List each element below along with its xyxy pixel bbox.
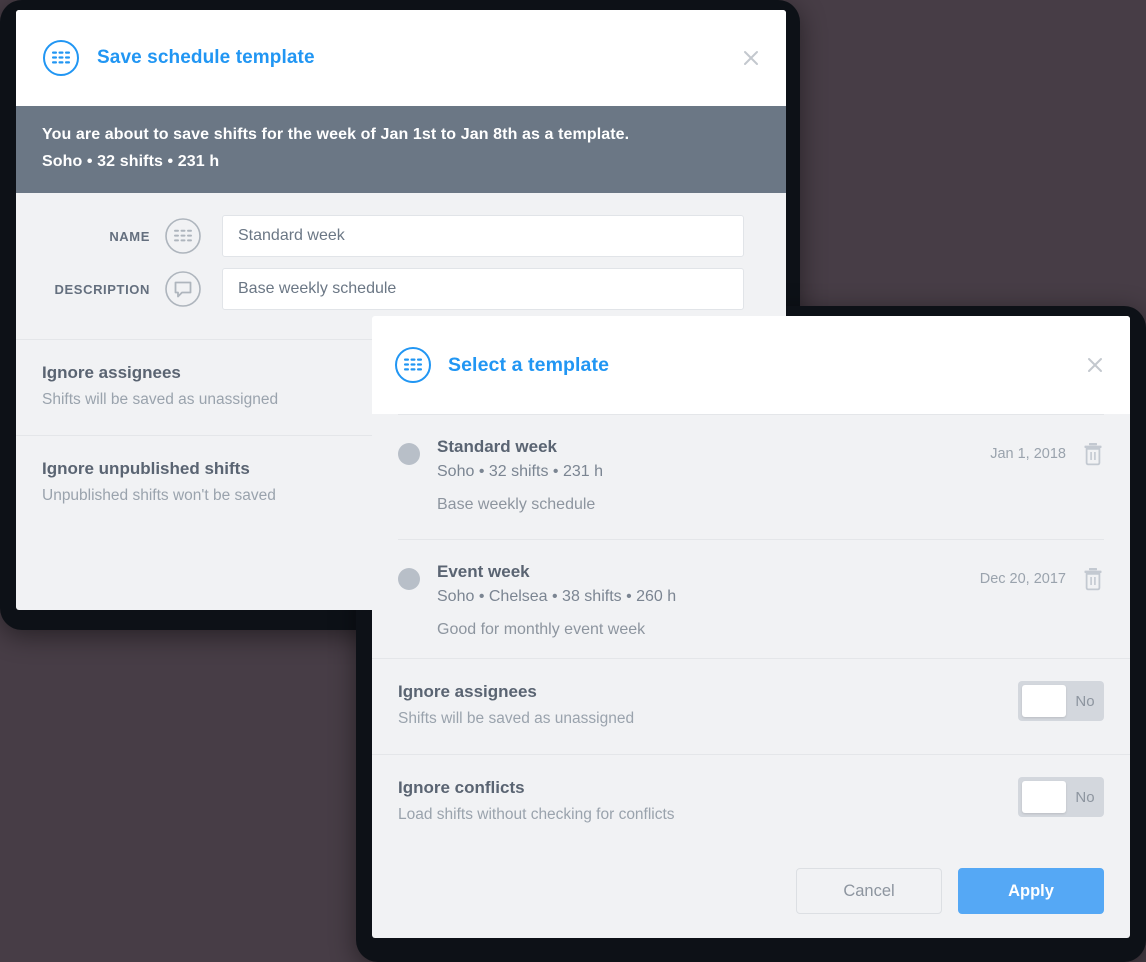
description-input[interactable]: Base weekly schedule — [222, 268, 744, 310]
calendar-grid-icon — [42, 39, 80, 77]
option-subtitle: Load shifts without checking for conflic… — [398, 806, 675, 823]
calendar-grid-icon — [394, 346, 432, 384]
cancel-button[interactable]: Cancel — [796, 868, 942, 914]
template-date: Dec 20, 2017 — [979, 570, 1066, 587]
template-date: Jan 1, 2018 — [990, 445, 1066, 462]
option-title: Ignore assignees — [398, 682, 537, 701]
save-dialog-title: Save schedule template — [97, 47, 315, 68]
template-description: Good for monthly event week — [437, 620, 646, 638]
select-template-dialog: Select a template Standard week Soho • 3… — [372, 316, 1130, 938]
apply-button[interactable]: Apply — [958, 868, 1104, 914]
template-name: Event week — [437, 561, 530, 581]
ignore-assignees-toggle[interactable]: No — [1018, 681, 1104, 721]
name-input[interactable]: Standard week — [222, 215, 744, 257]
option-title: Ignore conflicts — [398, 778, 525, 797]
banner-line-1: You are about to save shifts for the wee… — [42, 126, 630, 143]
description-field-row: DESCRIPTION Base weekly schedule — [16, 268, 760, 310]
template-meta: Soho • Chelsea • 38 shifts • 260 h — [437, 587, 677, 605]
description-field-label: DESCRIPTION — [54, 281, 150, 297]
toggle-knob — [1022, 685, 1066, 717]
comment-bubble-icon — [164, 270, 202, 308]
save-dialog-banner: You are about to save shifts for the wee… — [16, 106, 786, 193]
template-name: Standard week — [437, 436, 557, 456]
save-dialog-header: Save schedule template — [16, 10, 786, 106]
ignore-conflicts-toggle[interactable]: No — [1018, 777, 1104, 817]
close-icon[interactable] — [1082, 352, 1108, 378]
trash-icon[interactable] — [1082, 567, 1104, 591]
template-meta: Soho • 32 shifts • 231 h — [437, 462, 603, 480]
template-radio[interactable] — [398, 442, 420, 465]
template-description: Base weekly schedule — [437, 495, 596, 513]
select-dialog-footer: Cancel Apply — [372, 850, 1130, 938]
toggle-knob — [1022, 781, 1066, 813]
template-list-item[interactable]: Standard week Soho • 32 shifts • 231 h B… — [398, 415, 1104, 540]
option-subtitle: Shifts will be saved as unassigned — [398, 710, 635, 727]
select-dialog-header: Select a template — [372, 316, 1130, 414]
option-row-ignore-conflicts[interactable]: Ignore conflicts Load shifts without che… — [372, 754, 1130, 850]
name-field-row: NAME Standard week — [16, 215, 760, 257]
toggle-label: No — [1075, 692, 1095, 710]
toggle-label: No — [1075, 788, 1095, 806]
template-list: Standard week Soho • 32 shifts • 231 h B… — [372, 415, 1130, 658]
template-list-item[interactable]: Event week Soho • Chelsea • 38 shifts • … — [398, 540, 1104, 658]
trash-icon[interactable] — [1082, 442, 1104, 466]
name-field-label: NAME — [109, 228, 150, 244]
option-row-ignore-assignees[interactable]: Ignore assignees Shifts will be saved as… — [372, 658, 1130, 754]
banner-line-2: Soho • 32 shifts • 231 h — [42, 153, 220, 170]
calendar-grid-icon — [164, 217, 202, 255]
template-radio[interactable] — [398, 567, 420, 590]
select-dialog-title: Select a template — [448, 353, 610, 376]
close-icon[interactable] — [738, 45, 764, 71]
